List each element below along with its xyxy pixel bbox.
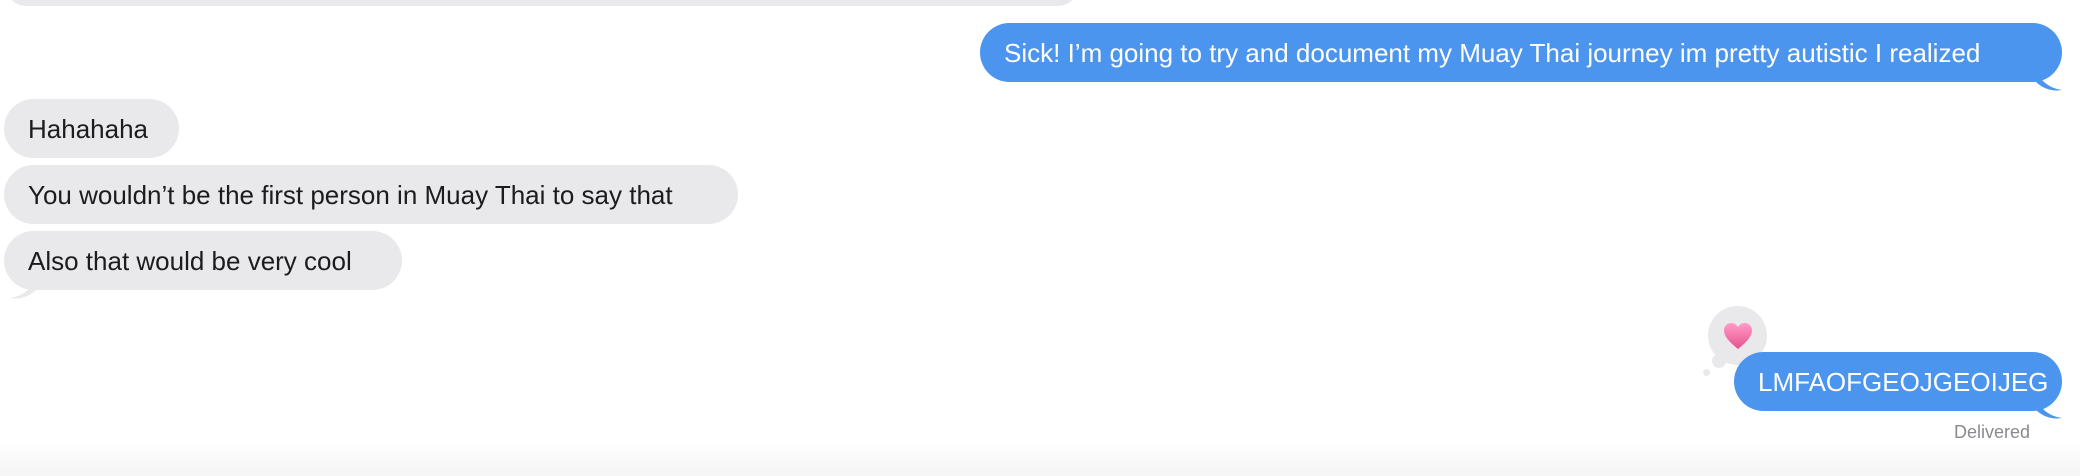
message-text: Also that would be very cool (28, 245, 352, 276)
message-text: Sick! I’m going to try and document my M… (1004, 37, 1981, 68)
message-text: You wouldn’t be the first person in Muay… (28, 179, 673, 210)
message-bubble-incoming-partial[interactable] (4, 0, 1080, 6)
message-bubble-incoming[interactable]: Also that would be very cool (4, 231, 402, 290)
message-text: Hahahaha (28, 113, 148, 144)
bubble-tail (2036, 70, 2062, 91)
bottom-fade (0, 440, 2080, 476)
bubble-tail (10, 278, 36, 299)
message-thread: Sick! I’m going to try and document my M… (0, 0, 2080, 476)
message-bubble-incoming[interactable]: Hahahaha (4, 99, 179, 158)
message-text: LMFAOFGEOJGEOIJEG (1758, 366, 2049, 397)
tapback-dot (1703, 369, 1710, 376)
heart-icon (1723, 322, 1752, 349)
message-bubble-outgoing[interactable]: Sick! I’m going to try and document my M… (980, 23, 2062, 82)
message-bubble-outgoing[interactable]: LMFAOFGEOJGEOIJEG (1734, 352, 2062, 411)
message-bubble-incoming[interactable]: You wouldn’t be the first person in Muay… (4, 165, 738, 224)
bubble-tail (2036, 398, 2062, 419)
